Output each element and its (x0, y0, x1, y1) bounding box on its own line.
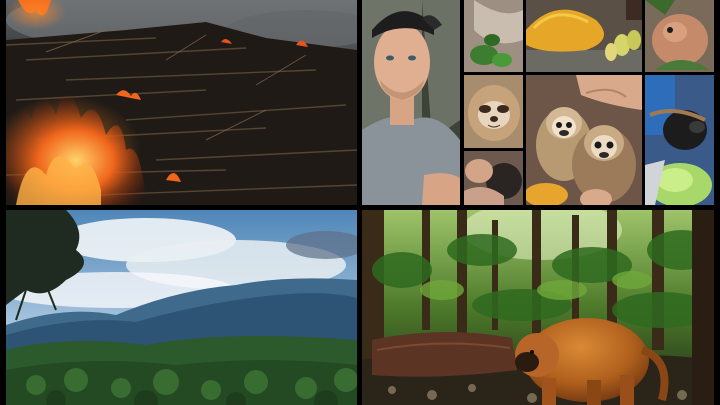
photo-collage (0, 0, 720, 405)
jungle-monkey-image (362, 210, 714, 405)
sloth-face-photo (464, 75, 523, 148)
hands-holding-animal-image (464, 151, 523, 205)
parrot-cabbage-image (645, 75, 714, 205)
papaya-bananas-image (526, 0, 642, 72)
sloth-image (464, 75, 523, 148)
parrot-photo (645, 75, 714, 205)
baby-monkeys-image (526, 75, 642, 205)
portrait-photo (362, 0, 460, 205)
fruit-photo (526, 0, 642, 72)
burning-forest-photo (6, 0, 357, 205)
sloth-fur-photo (464, 0, 523, 72)
sloth-leaves-image (464, 0, 523, 72)
man-in-cap-image (362, 0, 460, 205)
baby-monkeys-photo (526, 75, 642, 205)
rainforest-mountain-photo (6, 210, 357, 405)
mountain-landscape-image (6, 210, 357, 405)
burning-forest-image (6, 0, 357, 205)
bird-chick-image (645, 0, 714, 72)
chick-photo (645, 0, 714, 72)
wildlife-mosaic (362, 0, 714, 205)
hands-photo (464, 151, 523, 205)
howler-monkey-jungle-photo (362, 210, 714, 405)
